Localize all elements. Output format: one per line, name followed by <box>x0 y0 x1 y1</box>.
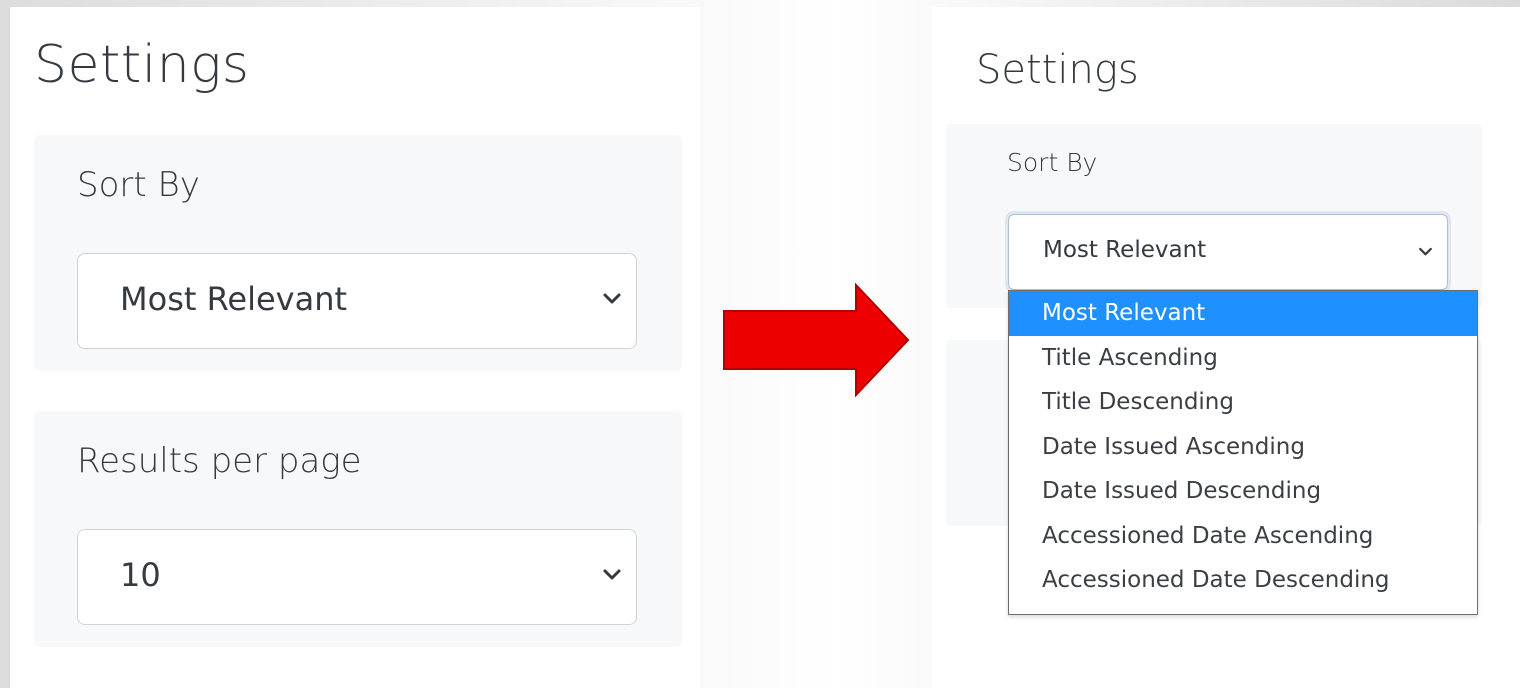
sort-by-card: Sort By Most Relevant <box>34 135 682 371</box>
chevron-down-icon <box>1419 247 1432 256</box>
right-arrow-icon <box>723 283 910 397</box>
sort-by-label: Sort By <box>77 165 200 205</box>
dropdown-option[interactable]: Accessioned Date Descending <box>1009 558 1477 603</box>
dropdown-option[interactable]: Date Issued Ascending <box>1009 425 1477 470</box>
sort-by-select[interactable]: Most Relevant <box>1008 214 1448 290</box>
settings-title: Settings <box>34 35 250 95</box>
dropdown-option[interactable]: Title Descending <box>1009 380 1477 425</box>
sort-by-select[interactable]: Most Relevant <box>77 253 637 349</box>
chevron-down-icon <box>603 293 621 304</box>
results-per-page-select-value: 10 <box>120 556 161 594</box>
sort-by-select-value: Most Relevant <box>120 280 348 318</box>
results-per-page-select[interactable]: 10 <box>77 529 637 625</box>
dropdown-option[interactable]: Accessioned Date Ascending <box>1009 514 1477 559</box>
sort-by-card: Sort By Most Relevant <box>946 124 1482 308</box>
settings-panel-before: Settings Sort By Most Relevant Results p… <box>10 7 700 688</box>
settings-panel-after: Settings Sort By Most Relevant Most Rele… <box>932 7 1520 688</box>
sort-by-dropdown-list: Most Relevant Title Ascending Title Desc… <box>1008 290 1478 615</box>
chevron-down-icon <box>603 569 621 580</box>
dropdown-option[interactable]: Title Ascending <box>1009 336 1477 381</box>
dropdown-option[interactable]: Most Relevant <box>1009 291 1477 336</box>
results-per-page-card: Results per page 10 <box>34 411 682 647</box>
sort-by-select-value: Most Relevant <box>1043 237 1207 263</box>
sort-by-label: Sort By <box>1007 148 1098 177</box>
results-per-page-label: Results per page <box>77 441 362 481</box>
settings-title: Settings <box>976 47 1139 93</box>
dropdown-option[interactable]: Date Issued Descending <box>1009 469 1477 514</box>
